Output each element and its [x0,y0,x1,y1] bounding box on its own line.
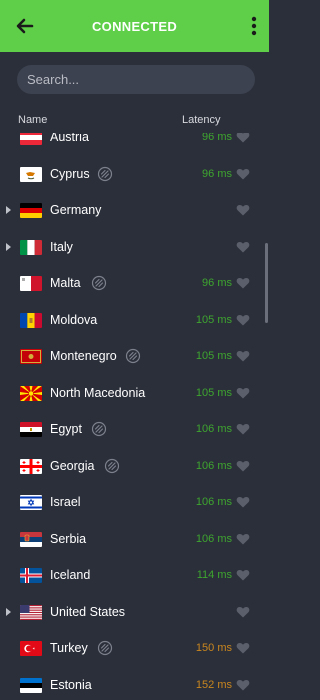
arrow-left-icon [16,18,34,34]
latency-value: 96 ms [202,277,232,289]
p2p-icon [125,348,141,364]
country-row-rs[interactable]: Serbia 106 ms [0,522,262,558]
latency-value: 114 ms [196,569,232,581]
latency-value: 106 ms [195,459,232,472]
p2p-icon [104,458,120,474]
country-row-il[interactable]: Israel 106 ms [0,485,262,521]
flag-mk-icon [20,385,42,401]
favorite-heart-icon[interactable] [236,276,250,290]
latency-value: 152 ms [195,678,232,691]
country-row-ee[interactable]: Estonia 152 ms [0,668,262,700]
favorite-heart-icon[interactable] [236,641,250,655]
country-row-tr[interactable]: Turkey 150 ms [0,631,262,667]
search-input[interactable] [17,65,255,94]
favorite-heart-icon[interactable] [236,203,250,217]
p2p-icon [97,640,113,656]
latency-value: 150 ms [195,642,232,654]
country-list[interactable]: Austria 96 ms Cyprus 96 ms Germany Italy Malta… [0,120,269,700]
latency-value: 105 ms [195,386,232,399]
flag-tr-icon [20,641,42,656]
flag-eg-icon [20,422,42,437]
flag-me-icon [20,349,42,364]
country-name: Israel [50,495,81,509]
favorite-heart-icon[interactable] [236,605,250,619]
p2p-icon [97,166,113,182]
country-row-it[interactable]: Italy [0,230,262,266]
column-header-latency: Latency [182,114,221,126]
p2p-icon [91,421,107,437]
flag-is-icon [20,568,42,583]
country-row-mk[interactable]: North Macedonia 105 ms [0,376,262,412]
country-name: Egypt [50,422,82,436]
country-row-cy[interactable]: Cyprus 96 ms [0,157,262,193]
flag-ee-icon [20,677,42,693]
favorite-heart-icon[interactable] [236,313,250,327]
latency-value: 105 ms [195,350,232,362]
flag-md-icon [20,312,42,328]
latency-value: 106 ms [195,423,232,435]
favorite-heart-icon[interactable] [236,386,250,400]
column-headers: Name Latency [0,112,269,133]
flag-de-icon [20,203,42,218]
latency-value: 105 ms [195,313,232,326]
country-name: Montenegro [50,349,117,363]
country-name: Malta [50,276,81,290]
country-row-me[interactable]: Montenegro 105 ms [0,339,262,375]
scrollbar[interactable] [265,243,268,323]
favorite-heart-icon[interactable] [236,349,250,363]
flag-it-icon [20,239,42,255]
flag-il-icon [20,495,42,510]
column-header-name: Name [18,114,48,126]
country-row-de[interactable]: Germany [0,193,262,229]
flag-mt-icon [20,276,42,291]
back-button[interactable] [12,13,38,39]
country-name: Serbia [50,531,87,546]
flag-ge-icon [20,458,42,474]
favorite-heart-icon[interactable] [236,678,250,692]
p2p-icon [91,275,107,291]
overflow-menu-button[interactable] [245,13,263,39]
flag-cy-icon [20,166,42,182]
country-name: Estonia [50,677,92,692]
flag-rs-icon [20,531,42,547]
latency-value: 96 ms [202,167,232,180]
top-bar: CONNECTED [0,0,269,52]
favorite-heart-icon[interactable] [236,240,250,254]
country-name: Iceland [50,568,91,582]
expand-arrow-icon[interactable] [6,206,11,214]
country-row-is[interactable]: Iceland 114 ms [0,558,262,594]
favorite-heart-icon[interactable] [236,495,250,509]
kebab-menu-icon [251,16,257,36]
favorite-heart-icon[interactable] [236,532,250,546]
country-name: Cyprus [50,166,90,181]
latency-value: 106 ms [195,532,232,545]
country-name: Turkey [50,641,88,655]
favorite-heart-icon[interactable] [236,568,250,582]
expand-arrow-icon[interactable] [6,242,11,251]
country-name: Georgia [50,458,95,473]
expand-arrow-icon[interactable] [6,607,11,616]
search-area [0,52,269,107]
country-row-ge[interactable]: Georgia 106 ms [0,449,262,485]
country-name: United States [50,604,126,619]
country-name: Germany [50,203,102,217]
country-row-eg[interactable]: Egypt 106 ms [0,412,262,448]
country-row-md[interactable]: Moldova 105 ms [0,303,262,339]
favorite-heart-icon[interactable] [236,422,250,436]
country-name: Moldova [50,312,98,327]
flag-us-icon [20,604,42,620]
latency-value: 106 ms [195,496,232,508]
favorite-heart-icon[interactable] [236,459,250,473]
country-row-us[interactable]: United States [0,595,262,631]
country-row-mt[interactable]: Malta 96 ms [0,266,262,302]
country-name: Italy [50,239,73,254]
favorite-heart-icon[interactable] [236,167,250,181]
country-name: North Macedonia [50,385,146,400]
connection-status-title: CONNECTED [91,18,178,34]
